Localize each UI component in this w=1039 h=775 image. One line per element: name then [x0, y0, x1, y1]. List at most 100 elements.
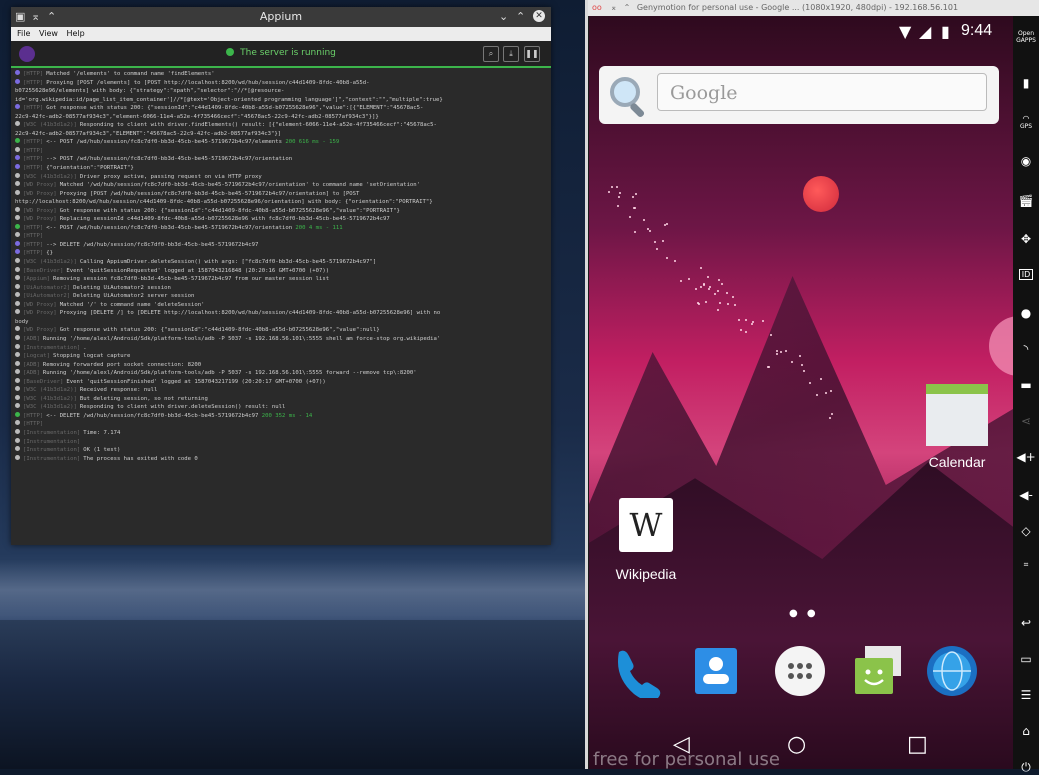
log-tag: [HTTP] [23, 71, 44, 77]
phone-icon[interactable] [609, 644, 663, 698]
log-line: [Instrumentation] Time: 7.174 [15, 428, 547, 438]
volume-up-icon[interactable]: ◀+ [1013, 450, 1039, 464]
log-tag: [HTTP] [23, 156, 44, 163]
identifiers-icon[interactable]: ID [1013, 269, 1039, 280]
log-line: [WD Proxy] Replacing sessionId c44d1409-8… [15, 215, 547, 224]
contacts-icon[interactable] [689, 644, 743, 698]
log-text: body [15, 318, 29, 325]
log-text: Got response with status 200: {"sessionI… [46, 105, 424, 112]
log-line: [W3C (41b3d1a2)] Responding to client wit… [15, 121, 547, 130]
star [718, 278, 721, 281]
log-tag: [WD Proxy] [23, 310, 57, 317]
battery-widget-icon[interactable]: ▮ [1013, 76, 1039, 90]
disk-io-icon[interactable]: ● [1013, 306, 1039, 320]
calendar-label: Calendar [928, 454, 986, 470]
star [706, 275, 709, 278]
maximize-icon[interactable]: ⌃ [516, 10, 525, 23]
star [632, 206, 635, 209]
google-search-widget[interactable]: Google [599, 66, 999, 124]
menu-file[interactable]: File [17, 29, 30, 38]
server-status: The server is running [11, 48, 551, 58]
log-tag: [W3C (41b3d1a2)] [23, 173, 77, 180]
appium-titlebar[interactable]: ▣ ⌅ ⌃ Appium ⌄ ⌃ ✕ [11, 7, 551, 27]
pause-button[interactable]: ❚❚ [524, 46, 540, 62]
log-tag: [Instrumentation] [23, 455, 81, 462]
clock: 9:44 [961, 22, 993, 39]
log-tag: [WD Proxy] [23, 216, 57, 223]
keep-above-icon[interactable]: ⌅ [610, 3, 617, 12]
home-icon[interactable]: ○ [787, 732, 806, 757]
pixel-perfect-icon[interactable]: ⌗ [1013, 560, 1039, 570]
star [716, 308, 719, 311]
log-line: [HTTP] --> POST /wd/hub/session/fc8c7df0-… [15, 155, 547, 164]
wikipedia-icon: W [619, 498, 673, 552]
log-line: [WD Proxy] Proxying [POST /wd/hub/session… [15, 189, 547, 199]
android-screen[interactable]: ▼ ◢ ▮ 9:44 Google Calendar W Wikipedia ●… [589, 16, 1013, 769]
personal-use-watermark: free for personal use [593, 749, 780, 769]
home-button-icon[interactable]: ⌂ [1013, 724, 1039, 738]
menu-help[interactable]: Help [66, 29, 84, 38]
server-log[interactable]: [HTTP] Matched '/elements' to command nam… [15, 70, 547, 540]
power-icon[interactable]: ⏻ [1013, 760, 1039, 775]
open-gapps-button[interactable]: Open GAPPS [1013, 30, 1039, 44]
sms-icon[interactable]: ▬ [1013, 378, 1039, 392]
network-icon[interactable]: ◝ [1013, 342, 1039, 356]
log-tag: [W3C (41b3d1a2)] [23, 259, 77, 266]
minimize-icon[interactable]: ⌄ [499, 10, 508, 23]
menu-button-icon[interactable]: ☰ [1013, 688, 1039, 702]
shade-icon[interactable]: ⌃ [624, 3, 631, 12]
calendar-app[interactable]: Calendar [917, 384, 997, 470]
log-tag: [Instrumentation] [23, 429, 81, 436]
volume-down-icon[interactable]: ◀- [1013, 488, 1039, 502]
log-tag: [HTTP] [23, 105, 44, 112]
log-bullet-icon [15, 369, 20, 375]
log-line: [W3C (41b3d1a2)] Calling AppiumDriver.del… [15, 258, 547, 267]
menu-view[interactable]: View [39, 29, 58, 38]
log-text: Got response with status 200: {"sessionI… [59, 327, 380, 334]
star [703, 284, 706, 287]
log-line: [HTTP] <-- DELETE /wd/hub/session/fc8c7df… [15, 411, 547, 421]
genymotion-titlebar[interactable]: oo ⌅ ⌃ Genymotion for personal use - Goo… [588, 0, 1039, 16]
log-status: 200 352 ms - 14 [258, 412, 313, 419]
log-bullet-icon [15, 215, 20, 221]
back-button-icon[interactable]: ↩ [1013, 616, 1039, 630]
log-bullet-icon [15, 377, 20, 383]
log-line: [W3C (41b3d1a2)] Driver proxy active, pas… [15, 172, 547, 182]
star [628, 215, 631, 218]
browser-icon[interactable] [925, 644, 979, 698]
log-line: 22c9-42fc-adb2-08577af934c3","element-60… [15, 113, 547, 122]
search-button[interactable]: ⌕ [483, 46, 499, 62]
recents-icon[interactable]: □ [907, 732, 928, 757]
download-logs-button[interactable]: ⤓ [503, 46, 519, 62]
fog-band [0, 560, 585, 620]
messaging-icon[interactable] [851, 644, 905, 698]
app-drawer-icon[interactable] [773, 644, 827, 698]
star [673, 259, 676, 262]
log-tag: [ADB] [23, 361, 40, 368]
screencast-icon[interactable]: 🎬︎ [1013, 194, 1039, 208]
rotate-icon[interactable]: ◇ [1013, 524, 1039, 538]
log-text: The process has exited with code 0 [83, 455, 198, 462]
battery-icon: ▮ [941, 22, 950, 41]
log-tag: [W3C (41b3d1a2)] [23, 404, 77, 411]
recent-apps-button-icon[interactable]: ▭ [1013, 652, 1039, 666]
log-status: 200 4 ms - 111 [292, 224, 343, 231]
log-tag: [ADB] [23, 335, 40, 342]
server-status-text: The server is running [240, 48, 336, 58]
wikipedia-app[interactable]: W Wikipedia [611, 498, 681, 582]
log-bullet-icon [15, 249, 20, 255]
log-line: [BaseDriver] Event 'quitSessionRequested'… [15, 266, 547, 276]
log-bullet-icon [15, 283, 20, 289]
magnifier-icon [610, 77, 645, 118]
close-icon[interactable]: ✕ [533, 10, 545, 22]
log-line: [HTTP] [15, 232, 547, 241]
server-header: The server is running ⌕ ⤓ ❚❚ [11, 41, 551, 68]
log-line: [HTTP] Proxying [POST /elements] to [POST… [15, 78, 547, 88]
dpad-icon[interactable]: ✥ [1013, 232, 1039, 246]
webcam-icon[interactable]: ◉ [1013, 154, 1039, 168]
google-search-input[interactable]: Google [657, 73, 987, 111]
share-icon[interactable]: ⋖ [1013, 414, 1039, 428]
log-bullet-icon [15, 104, 20, 110]
gps-widget-icon[interactable]: ◠ GPS [1013, 114, 1039, 130]
log-text: Matched '/' to command name 'deleteSessi… [59, 301, 205, 308]
